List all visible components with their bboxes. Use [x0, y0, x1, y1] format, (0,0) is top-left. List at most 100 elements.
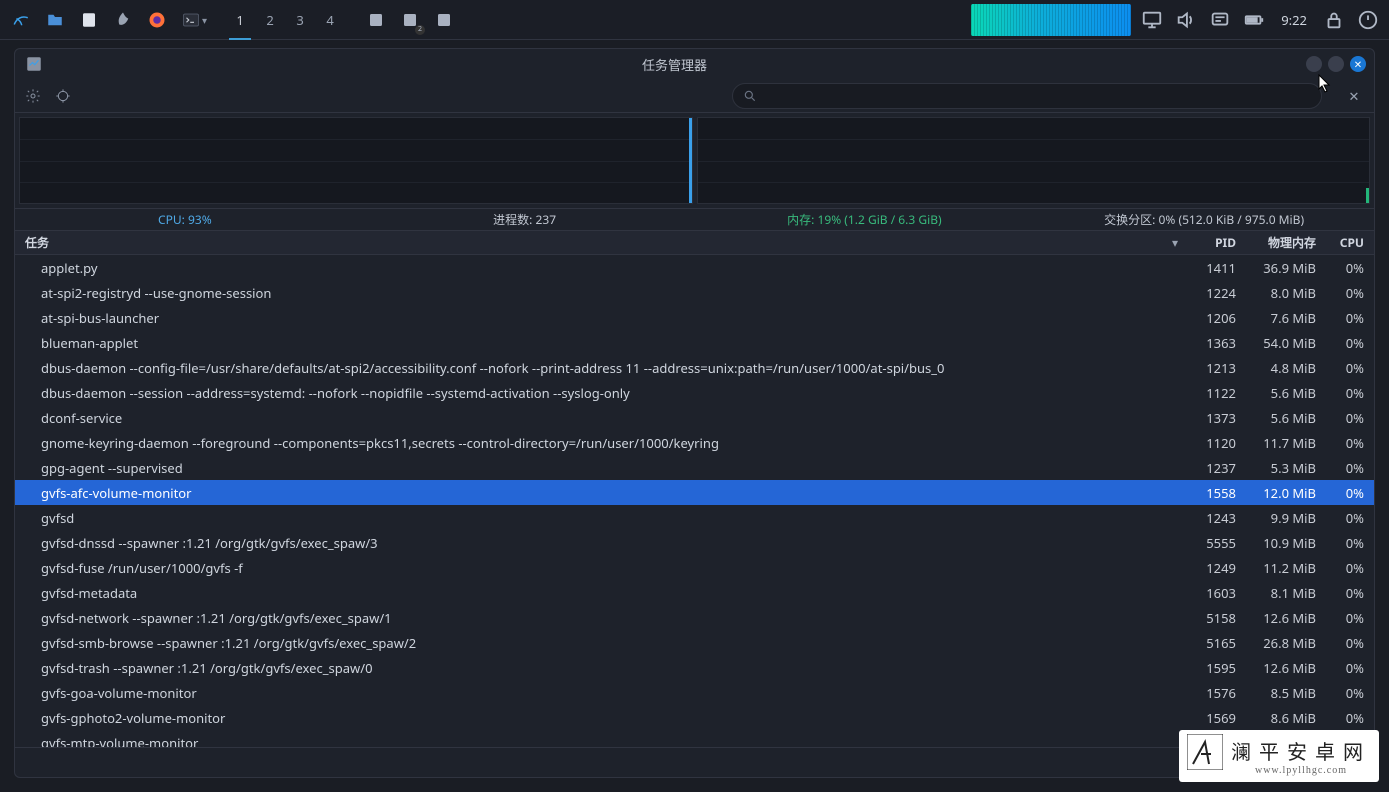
process-memory: 54.0 MiB: [1244, 334, 1324, 352]
column-memory[interactable]: 物理内存: [1244, 234, 1324, 251]
process-name: gvfsd-metadata: [15, 584, 1184, 602]
text-editor-icon[interactable]: [76, 7, 102, 33]
process-pid: 1120: [1184, 434, 1244, 452]
process-row[interactable]: gvfsd12439.9 MiB0%: [15, 505, 1374, 530]
volume-icon[interactable]: [1175, 9, 1197, 31]
process-cpu: 0%: [1324, 609, 1374, 627]
close-button[interactable]: ✕: [1350, 56, 1366, 72]
sort-arrow-icon: ▾: [1172, 234, 1178, 251]
display-icon[interactable]: [1141, 9, 1163, 31]
process-row[interactable]: gvfsd-trash --spawner :1.21 /org/gtk/gvf…: [15, 655, 1374, 680]
process-cpu: 0%: [1324, 584, 1374, 602]
performance-graph[interactable]: [971, 4, 1131, 36]
close-search-icon[interactable]: ✕: [1344, 86, 1364, 106]
column-headers: 任务 ▾ PID 物理内存 CPU: [15, 231, 1374, 255]
process-row[interactable]: gvfsd-dnssd --spawner :1.21 /org/gtk/gvf…: [15, 530, 1374, 555]
process-cpu: 0%: [1324, 309, 1374, 327]
column-pid[interactable]: PID: [1184, 234, 1244, 251]
process-pid: 1206: [1184, 309, 1244, 327]
lock-icon[interactable]: [1323, 9, 1345, 31]
process-row[interactable]: dbus-daemon --config-file=/usr/share/def…: [15, 355, 1374, 380]
process-cpu: 0%: [1324, 409, 1374, 427]
process-memory: 11.2 MiB: [1244, 559, 1324, 577]
process-memory: 8.1 MiB: [1244, 584, 1324, 602]
process-cpu: 0%: [1324, 559, 1374, 577]
terminal-icon[interactable]: ▾: [178, 7, 211, 33]
settings-icon[interactable]: [25, 88, 41, 104]
firefox-icon[interactable]: [144, 7, 170, 33]
cpu-graph[interactable]: [19, 117, 693, 204]
process-pid: 5165: [1184, 634, 1244, 652]
process-row[interactable]: blueman-applet136354.0 MiB0%: [15, 330, 1374, 355]
workspace-switcher: 1234: [225, 5, 345, 35]
power-icon[interactable]: [1357, 9, 1379, 31]
file-manager-icon[interactable]: [42, 7, 68, 33]
process-row[interactable]: gvfsd-metadata16038.1 MiB0%: [15, 580, 1374, 605]
process-memory: 10.9 MiB: [1244, 534, 1324, 552]
process-row[interactable]: gvfsd-smb-browse --spawner :1.21 /org/gt…: [15, 630, 1374, 655]
workspace-4[interactable]: 4: [315, 5, 345, 35]
process-row[interactable]: gvfsd-fuse /run/user/1000/gvfs -f124911.…: [15, 555, 1374, 580]
process-row[interactable]: gvfs-mtp-volume-monitor15538.3 MiB0%: [15, 730, 1374, 747]
target-icon[interactable]: [55, 88, 71, 104]
process-memory: 36.9 MiB: [1244, 259, 1324, 277]
titlebar[interactable]: 任务管理器 ✕: [15, 49, 1374, 79]
process-memory: 26.8 MiB: [1244, 634, 1324, 652]
process-row[interactable]: applet.py141136.9 MiB0%: [15, 255, 1374, 280]
process-row[interactable]: dconf-service13735.6 MiB0%: [15, 405, 1374, 430]
process-memory: 8.0 MiB: [1244, 284, 1324, 302]
process-pid: 1243: [1184, 509, 1244, 527]
column-cpu[interactable]: CPU: [1324, 234, 1374, 251]
process-cpu: 0%: [1324, 259, 1374, 277]
clock[interactable]: 9:22: [1277, 11, 1311, 29]
search-input[interactable]: [732, 83, 1322, 109]
leaf-icon[interactable]: [110, 7, 136, 33]
process-list[interactable]: applet.py141136.9 MiB0%at-spi2-registryd…: [15, 255, 1374, 747]
maximize-button[interactable]: [1328, 56, 1344, 72]
process-row[interactable]: gpg-agent --supervised12375.3 MiB0%: [15, 455, 1374, 480]
notification-icon[interactable]: [1209, 9, 1231, 31]
watermark-title: 澜平安卓网: [1231, 736, 1371, 765]
watermark-logo-icon: [1187, 734, 1223, 778]
process-name: gvfsd-smb-browse --spawner :1.21 /org/gt…: [15, 634, 1184, 652]
battery-icon[interactable]: [1243, 9, 1265, 31]
top-panel: ▾ 1234 2 9:22: [0, 0, 1389, 40]
stats-row: CPU: 93% 进程数: 237 内存: 19% (1.2 GiB / 6.3…: [15, 209, 1374, 231]
process-row[interactable]: gnome-keyring-daemon --foreground --comp…: [15, 430, 1374, 455]
process-pid: 1576: [1184, 684, 1244, 702]
process-memory: 5.3 MiB: [1244, 459, 1324, 477]
memory-graph[interactable]: [697, 117, 1371, 204]
taskbar-app-2[interactable]: 2: [397, 7, 423, 33]
process-row[interactable]: dbus-daemon --session --address=systemd:…: [15, 380, 1374, 405]
workspace-1[interactable]: 1: [225, 5, 255, 35]
minimize-button[interactable]: [1306, 56, 1322, 72]
workspace-2[interactable]: 2: [255, 5, 285, 35]
process-name: at-spi-bus-launcher: [15, 309, 1184, 327]
kali-menu-icon[interactable]: [8, 7, 34, 33]
column-task[interactable]: 任务 ▾: [15, 234, 1184, 251]
process-row[interactable]: gvfs-afc-volume-monitor155812.0 MiB0%: [15, 480, 1374, 505]
process-row[interactable]: gvfs-goa-volume-monitor15768.5 MiB0%: [15, 680, 1374, 705]
process-name: dconf-service: [15, 409, 1184, 427]
process-memory: 4.8 MiB: [1244, 359, 1324, 377]
process-row[interactable]: gvfsd-network --spawner :1.21 /org/gtk/g…: [15, 605, 1374, 630]
taskbar-app-3[interactable]: [431, 7, 457, 33]
process-pid: 1249: [1184, 559, 1244, 577]
app-icon: [25, 55, 43, 73]
process-row[interactable]: at-spi-bus-launcher12067.6 MiB0%: [15, 305, 1374, 330]
process-row[interactable]: gvfs-gphoto2-volume-monitor15698.6 MiB0%: [15, 705, 1374, 730]
process-row[interactable]: at-spi2-registryd --use-gnome-session122…: [15, 280, 1374, 305]
process-cpu: 0%: [1324, 684, 1374, 702]
process-cpu: 0%: [1324, 284, 1374, 302]
process-pid: 5555: [1184, 534, 1244, 552]
workspace-3[interactable]: 3: [285, 5, 315, 35]
taskbar-app-1[interactable]: [363, 7, 389, 33]
memory-stat: 内存: 19% (1.2 GiB / 6.3 GiB): [695, 211, 1035, 228]
process-name: gpg-agent --supervised: [15, 459, 1184, 477]
chevron-down-icon: ▾: [202, 13, 207, 27]
process-cpu: 0%: [1324, 534, 1374, 552]
process-pid: 1595: [1184, 659, 1244, 677]
cpu-stat: CPU: 93%: [15, 211, 355, 228]
watermark: 澜平安卓网 www.lpyllhgc.com: [1179, 730, 1379, 782]
process-pid: 1224: [1184, 284, 1244, 302]
